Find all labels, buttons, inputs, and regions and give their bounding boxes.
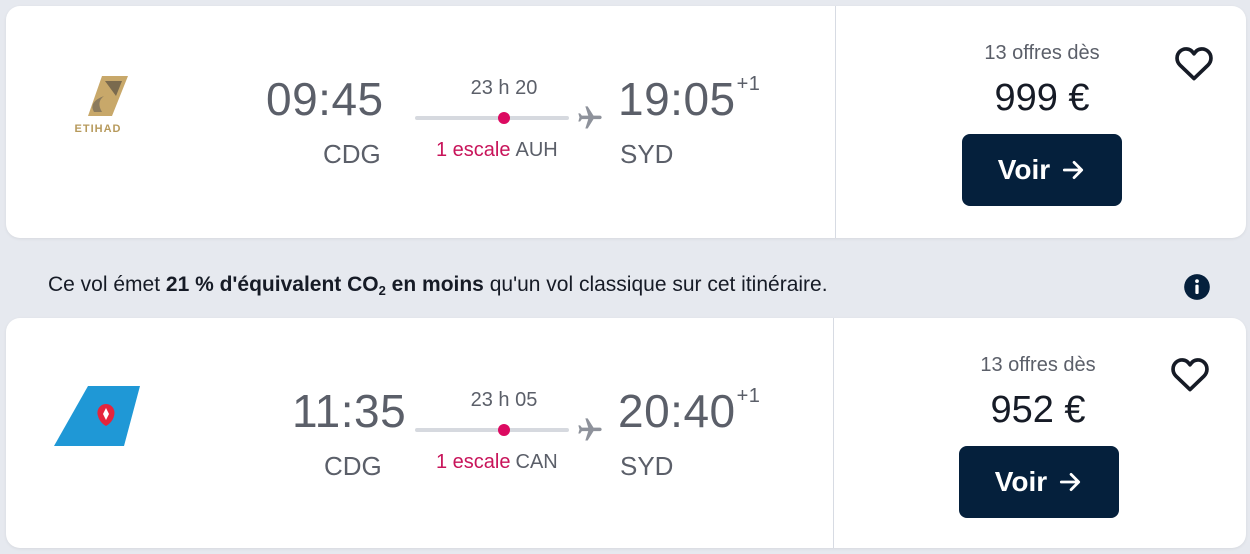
arrow-right-icon: [1063, 161, 1084, 179]
flight-result-card[interactable]: ETIHAD 09:45 CDG 23 h 20 1 escale AUH 19:…: [6, 6, 1246, 238]
plane-icon: [578, 418, 602, 441]
arrival-time: 20:40+1: [618, 385, 761, 437]
info-icon[interactable]: [1183, 273, 1211, 301]
departure-airport: CDG: [323, 139, 381, 169]
arrival-time: 19:05+1: [618, 73, 761, 125]
flight-duration: 23 h 20: [470, 77, 538, 99]
arrival-airport: SYD: [620, 139, 674, 169]
voir-button[interactable]: Voir: [959, 446, 1119, 518]
voir-button-label: Voir: [997, 154, 1051, 185]
stops-count: 1 escale: [436, 451, 511, 473]
flight-duration: 23 h 05: [470, 389, 538, 411]
stops-count: 1 escale: [436, 139, 511, 161]
voir-button-label: Voir: [994, 466, 1048, 497]
offers-count: 13 offres dès: [980, 354, 1096, 376]
china-southern-logo: [52, 384, 142, 453]
route-line: [415, 428, 569, 432]
favorite-heart-icon[interactable]: [1168, 352, 1212, 396]
stops-info: 1 escale AUH: [436, 140, 558, 160]
voir-button[interactable]: Voir: [962, 134, 1122, 206]
plane-icon: [578, 106, 602, 129]
stop-marker: [498, 112, 510, 124]
card-divider: [835, 6, 836, 238]
stop-airport: AUH: [515, 139, 558, 161]
offers-count: 13 offres dès: [984, 42, 1100, 64]
arrival-airport: SYD: [620, 451, 674, 481]
departure-time: 11:35: [292, 385, 407, 437]
airline-name: ETIHAD: [75, 123, 122, 135]
arrival-day-offset: +1: [736, 73, 761, 95]
arrival-day-offset: +1: [736, 385, 761, 407]
etihad-logo: ETIHAD: [58, 72, 138, 141]
flight-result-card[interactable]: 11:35 CDG 23 h 05 1 escale CAN 20:40+1 SY…: [6, 318, 1246, 548]
route-line: [415, 116, 569, 120]
stop-marker: [498, 424, 510, 436]
price: 952 €: [990, 389, 1086, 431]
price: 999 €: [994, 77, 1090, 119]
arrow-right-icon: [1060, 473, 1081, 491]
eco-banner: Ce vol émet 21 % d'équivalent CO2 en moi…: [48, 273, 828, 298]
departure-time: 09:45: [266, 73, 384, 125]
departure-airport: CDG: [324, 451, 382, 481]
stops-info: 1 escale CAN: [436, 452, 558, 472]
card-divider: [833, 318, 834, 548]
stop-airport: CAN: [515, 451, 558, 473]
favorite-heart-icon[interactable]: [1172, 41, 1216, 85]
